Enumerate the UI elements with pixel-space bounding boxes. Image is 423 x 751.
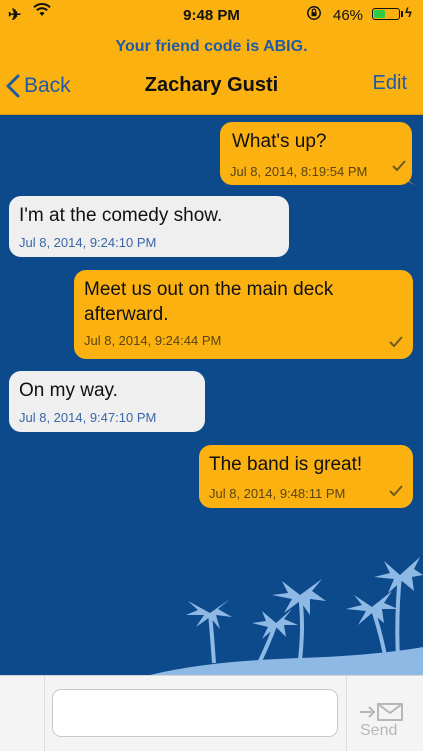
composer-divider-right <box>346 676 347 751</box>
send-envelope-icon <box>360 703 403 721</box>
message-input[interactable] <box>52 689 338 737</box>
orientation-lock-icon <box>306 5 322 24</box>
message-timestamp: Jul 8, 2014, 9:47:10 PM <box>19 410 157 425</box>
message-thread[interactable]: What's up? Jul 8, 2014, 8:19:54 PM I'm a… <box>0 115 423 675</box>
message-text: What's up? <box>232 131 327 152</box>
friend-code-banner: Your friend code is ABIG. <box>115 38 308 55</box>
message-bubble-incoming[interactable]: I'm at the comedy show. Jul 8, 2014, 9:2… <box>9 196 289 257</box>
battery-tip <box>401 11 403 17</box>
message-timestamp: Jul 8, 2014, 9:48:11 PM <box>209 486 346 501</box>
lightning-bolt-icon: ϟ <box>405 5 412 20</box>
message-text-line-1: Meet us out on the main deck <box>84 279 334 300</box>
nav-bar: Your friend code is ABIG. Back Zachary G… <box>0 30 423 115</box>
message-composer: Send <box>0 675 423 751</box>
bubble-tail <box>404 173 416 185</box>
message-bubble-outgoing[interactable]: The band is great! Jul 8, 2014, 9:48:11 … <box>199 445 413 508</box>
message-text: I'm at the comedy show. <box>19 205 223 226</box>
battery-percent: 46% <box>333 7 364 24</box>
message-bubble-outgoing[interactable]: What's up? Jul 8, 2014, 8:19:54 PM <box>220 122 412 185</box>
message-timestamp: Jul 8, 2014, 9:24:10 PM <box>19 235 157 250</box>
delivered-check-icon <box>392 160 406 171</box>
message-timestamp: Jul 8, 2014, 9:24:44 PM <box>84 333 222 348</box>
status-bar: ✈ 9:48 PM 46% ϟ <box>0 0 423 30</box>
conversation-title: Zachary Gusti <box>144 74 279 96</box>
battery-icon <box>372 8 400 20</box>
composer-divider-left <box>44 676 45 751</box>
send-button[interactable]: Send <box>354 703 414 748</box>
send-label: Send <box>360 722 398 739</box>
message-timestamp: Jul 8, 2014, 8:19:54 PM <box>230 164 368 179</box>
edit-button[interactable]: Edit <box>373 72 407 95</box>
message-text: On my way. <box>19 380 118 401</box>
message-text: The band is great! <box>209 454 363 475</box>
message-text-line-2: afterward. <box>84 304 169 325</box>
delivered-check-icon <box>389 485 403 496</box>
message-bubble-outgoing[interactable]: Meet us out on the main deck afterward. … <box>74 270 413 359</box>
delivered-check-icon <box>389 336 403 347</box>
message-bubble-incoming[interactable]: On my way. Jul 8, 2014, 9:47:10 PM <box>9 371 205 432</box>
